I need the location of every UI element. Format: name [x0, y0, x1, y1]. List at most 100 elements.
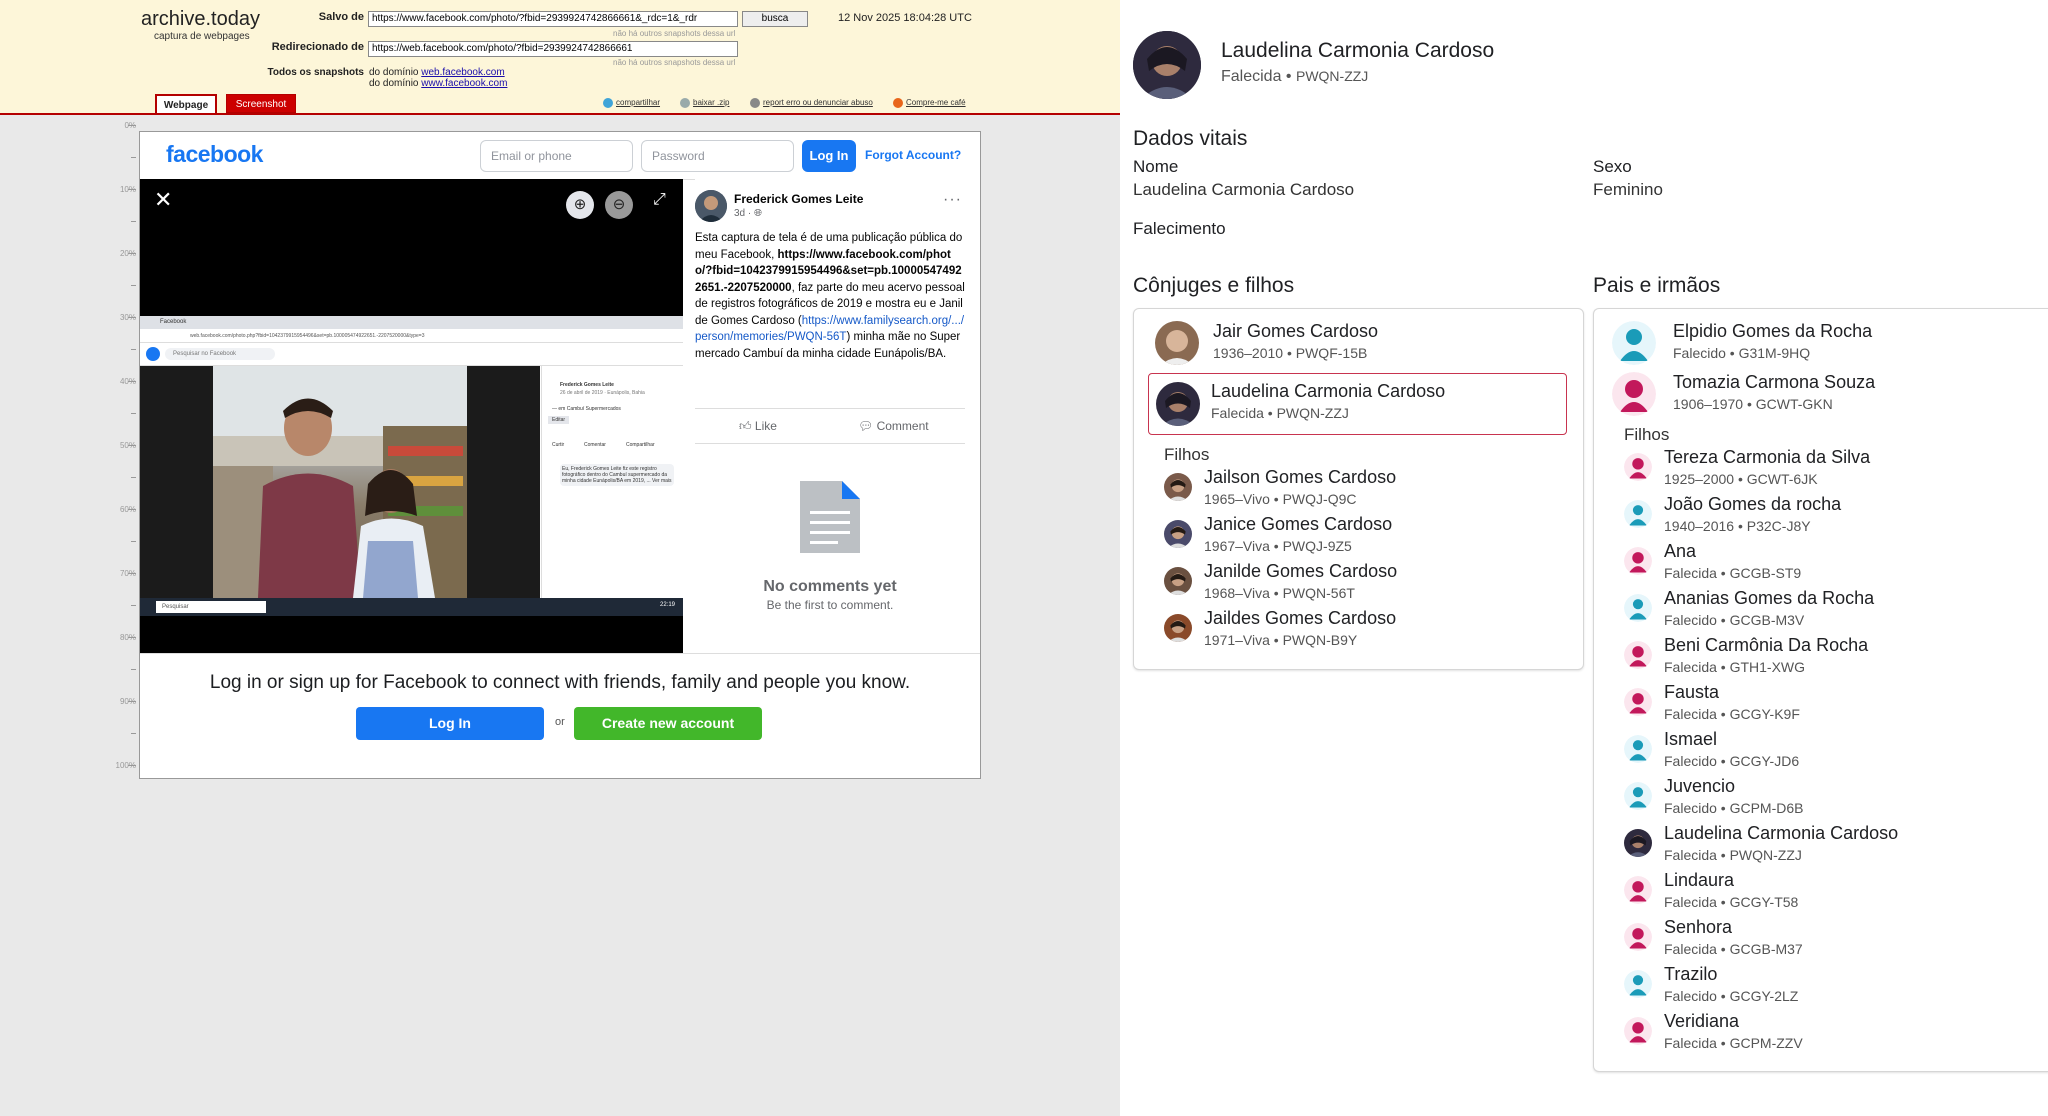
download-zip-link[interactable]: baixar .zip	[680, 98, 729, 108]
child-text: Janice Gomes Cardoso 1967–Viva • PWQJ-9Z5	[1204, 514, 1392, 554]
person-status: Falecida • PWQN-ZZJ	[1221, 68, 1369, 85]
sibling-entry[interactable]: Fausta Falecida • GCGY-K9F	[1624, 682, 2034, 726]
inner-photo-viewer	[140, 366, 540, 598]
bottom-login-button[interactable]: Log In	[356, 707, 544, 740]
child-name: Janice Gomes Cardoso	[1204, 514, 1393, 534]
sibling-entry[interactable]: Ismael Falecido • GCGY-JD6	[1624, 729, 2034, 773]
female-person-icon	[1624, 688, 1652, 716]
login-button[interactable]: Log In	[802, 140, 856, 172]
author-avatar[interactable]	[695, 190, 727, 222]
sibling-text: Fausta Falecida • GCGY-K9F	[1664, 682, 1800, 722]
inner-taskbar-search: Pesquisar	[156, 601, 266, 613]
password-field[interactable]: Password	[641, 140, 794, 172]
search-button[interactable]: busca	[742, 11, 808, 27]
no-snapshots-note: não há outros snapshots dessa url	[613, 29, 736, 38]
sibling-meta: Falecida • GTH1-XWG	[1664, 659, 1806, 675]
domain-link-www[interactable]: www.facebook.com	[421, 78, 507, 89]
sibling-entry[interactable]: Senhora Falecida • GCGB-M37	[1624, 917, 2034, 961]
children-label: Filhos	[1164, 445, 1210, 464]
female-person-icon	[1624, 876, 1652, 904]
sibling-entry[interactable]: Trazilo Falecido • GCGY-2LZ	[1624, 964, 2034, 1008]
sibling-text: Juvencio Falecido • GCPM-D6B	[1664, 776, 1804, 816]
facebook-logo[interactable]: facebook	[166, 141, 263, 168]
post-panel: Frederick Gomes Leite 3d · 🌐︎ ··· Esta c…	[695, 179, 980, 653]
post-author[interactable]: Frederick Gomes Leite	[734, 192, 863, 206]
ruler-label: 100%	[115, 761, 136, 770]
like-button[interactable]: 👍︎ Like	[739, 419, 777, 434]
sibling-entry[interactable]: Ananias Gomes da Rocha Falecido • GCGB-M3…	[1624, 588, 2034, 632]
sibling-text: Senhora Falecida • GCGB-M37	[1664, 917, 1803, 957]
fullscreen-icon[interactable]: ⤢	[653, 191, 666, 209]
sibling-meta: 1925–2000 • GCWT-6JK	[1664, 471, 1818, 487]
spouse-avatar[interactable]	[1155, 321, 1199, 365]
sibling-meta: Falecida • GCPM-ZZV	[1664, 1035, 1803, 1051]
globe-icon: 🌐︎	[754, 208, 763, 219]
sibling-entry[interactable]: Tereza Carmonia da Silva 1925–2000 • GCWT…	[1624, 447, 2034, 491]
child-entry[interactable]: Jaildes Gomes Cardoso 1971–Viva • PWQN-B9…	[1164, 608, 1564, 652]
cloud-download-icon	[680, 98, 690, 108]
ruler-minor-tick	[131, 733, 136, 734]
sibling-text: Tereza Carmonia da Silva 1925–2000 • GCWT…	[1664, 447, 1870, 487]
sibling-entry[interactable]: Laudelina Carmonia Cardoso Falecida • PWQ…	[1624, 823, 2034, 867]
father-avatar[interactable]	[1612, 321, 1656, 365]
sibling-entry[interactable]: Juvencio Falecido • GCPM-D6B	[1624, 776, 2034, 820]
saved-url-field[interactable]: https://www.facebook.com/photo/?fbid=293…	[368, 11, 738, 27]
coffee-icon	[893, 98, 903, 108]
spouse-entry[interactable]: Jair Gomes Cardoso 1936–2010 • PWQF-15B	[1213, 321, 1378, 361]
child-avatar	[1164, 567, 1192, 595]
more-options-icon[interactable]: ···	[943, 191, 962, 209]
archive-logo[interactable]: archive.today	[141, 8, 260, 31]
sibling-entry[interactable]: Lindaura Falecida • GCGY-T58	[1624, 870, 2034, 914]
sibling-name: Ananias Gomes da Rocha	[1664, 588, 1875, 608]
ruler-minor-tick	[131, 541, 136, 542]
archive-page: archive.today captura de webpages Salvo …	[0, 0, 1120, 1116]
tab-webpage[interactable]: Webpage	[155, 94, 217, 113]
post-text: Esta captura de tela é de uma publicação…	[695, 232, 965, 360]
zoom-in-icon[interactable]: ⊕	[566, 191, 594, 219]
child-avatar	[1164, 614, 1192, 642]
domain-link-web[interactable]: web.facebook.com	[421, 67, 504, 78]
ruler-minor-tick	[131, 285, 136, 286]
sibling-entry[interactable]: Veridiana Falecida • GCPM-ZZV	[1624, 1011, 2034, 1055]
mother-entry[interactable]: Tomazia Carmona Souza 1906–1970 • GCWT-G…	[1673, 372, 1875, 412]
close-icon[interactable]: ✕	[154, 187, 172, 213]
child-entry[interactable]: Jailson Gomes Cardoso 1965–Vivo • PWQJ-Q9…	[1164, 467, 1564, 511]
facebook-snapshot: facebook Email or phone Password Log In …	[139, 131, 981, 779]
child-text: Jailson Gomes Cardoso 1965–Vivo • PWQJ-Q9…	[1204, 467, 1396, 507]
selected-person-meta: Falecida • PWQN-ZZJ	[1211, 405, 1349, 421]
female-person-icon	[1624, 547, 1652, 575]
father-name: Elpidio Gomes da Rocha	[1673, 321, 1873, 341]
coffee-link[interactable]: Compre-me café	[893, 98, 966, 108]
child-entry[interactable]: Janilde Gomes Cardoso 1968–Viva • PWQN-56…	[1164, 561, 1564, 605]
inner-taskbar-time: 22:19	[659, 602, 675, 608]
tab-screenshot[interactable]: Screenshot	[226, 94, 296, 113]
sibling-entry[interactable]: Ana Falecida • GCGB-ST9	[1624, 541, 2034, 585]
male-person-icon	[1624, 970, 1652, 998]
create-account-button[interactable]: Create new account	[574, 707, 762, 740]
ruler-label: 20%	[119, 249, 136, 258]
mother-avatar[interactable]	[1612, 372, 1656, 416]
sibling-name: Laudelina Carmonia Cardoso	[1664, 823, 1899, 843]
sibling-entry[interactable]: João Gomes da rocha 1940–2016 • P32C-J8Y	[1624, 494, 2034, 538]
comment-button[interactable]: 💬︎ Comment	[858, 419, 929, 433]
familysearch-panel: Laudelina Carmonia Cardoso Falecida • PW…	[1120, 0, 2048, 1116]
forgot-account-link[interactable]: Forgot Account?	[865, 148, 961, 162]
ruler-label: 60%	[119, 505, 136, 514]
child-name: Jailson Gomes Cardoso	[1204, 467, 1397, 487]
zoom-out-icon[interactable]: ⊖	[605, 191, 633, 219]
father-entry[interactable]: Elpidio Gomes da Rocha Falecido • G31M-9…	[1673, 321, 1872, 361]
child-entry[interactable]: Janice Gomes Cardoso 1967–Viva • PWQJ-9Z5	[1164, 514, 1564, 558]
female-person-icon	[1624, 923, 1652, 951]
share-link[interactable]: compartilhar	[603, 98, 660, 108]
report-link[interactable]: report erro ou denunciar abuso	[750, 98, 873, 108]
email-field[interactable]: Email or phone	[480, 140, 633, 172]
inner-search: Pesquisar no Facebook	[165, 348, 275, 360]
selected-person-entry[interactable]: Laudelina Carmonia Cardoso Falecida • PW…	[1148, 373, 1567, 435]
person-avatar[interactable]	[1133, 31, 1201, 99]
mother-name: Tomazia Carmona Souza	[1673, 372, 1876, 392]
redirected-url-field[interactable]: https://web.facebook.com/photo/?fbid=293…	[368, 41, 738, 57]
male-person-icon	[1624, 594, 1652, 622]
name-label: Nome	[1133, 157, 1179, 176]
sibling-entry[interactable]: Beni Carmônia Da Rocha Falecida • GTH1-XW…	[1624, 635, 2034, 679]
death-label: Falecimento	[1133, 219, 1226, 238]
